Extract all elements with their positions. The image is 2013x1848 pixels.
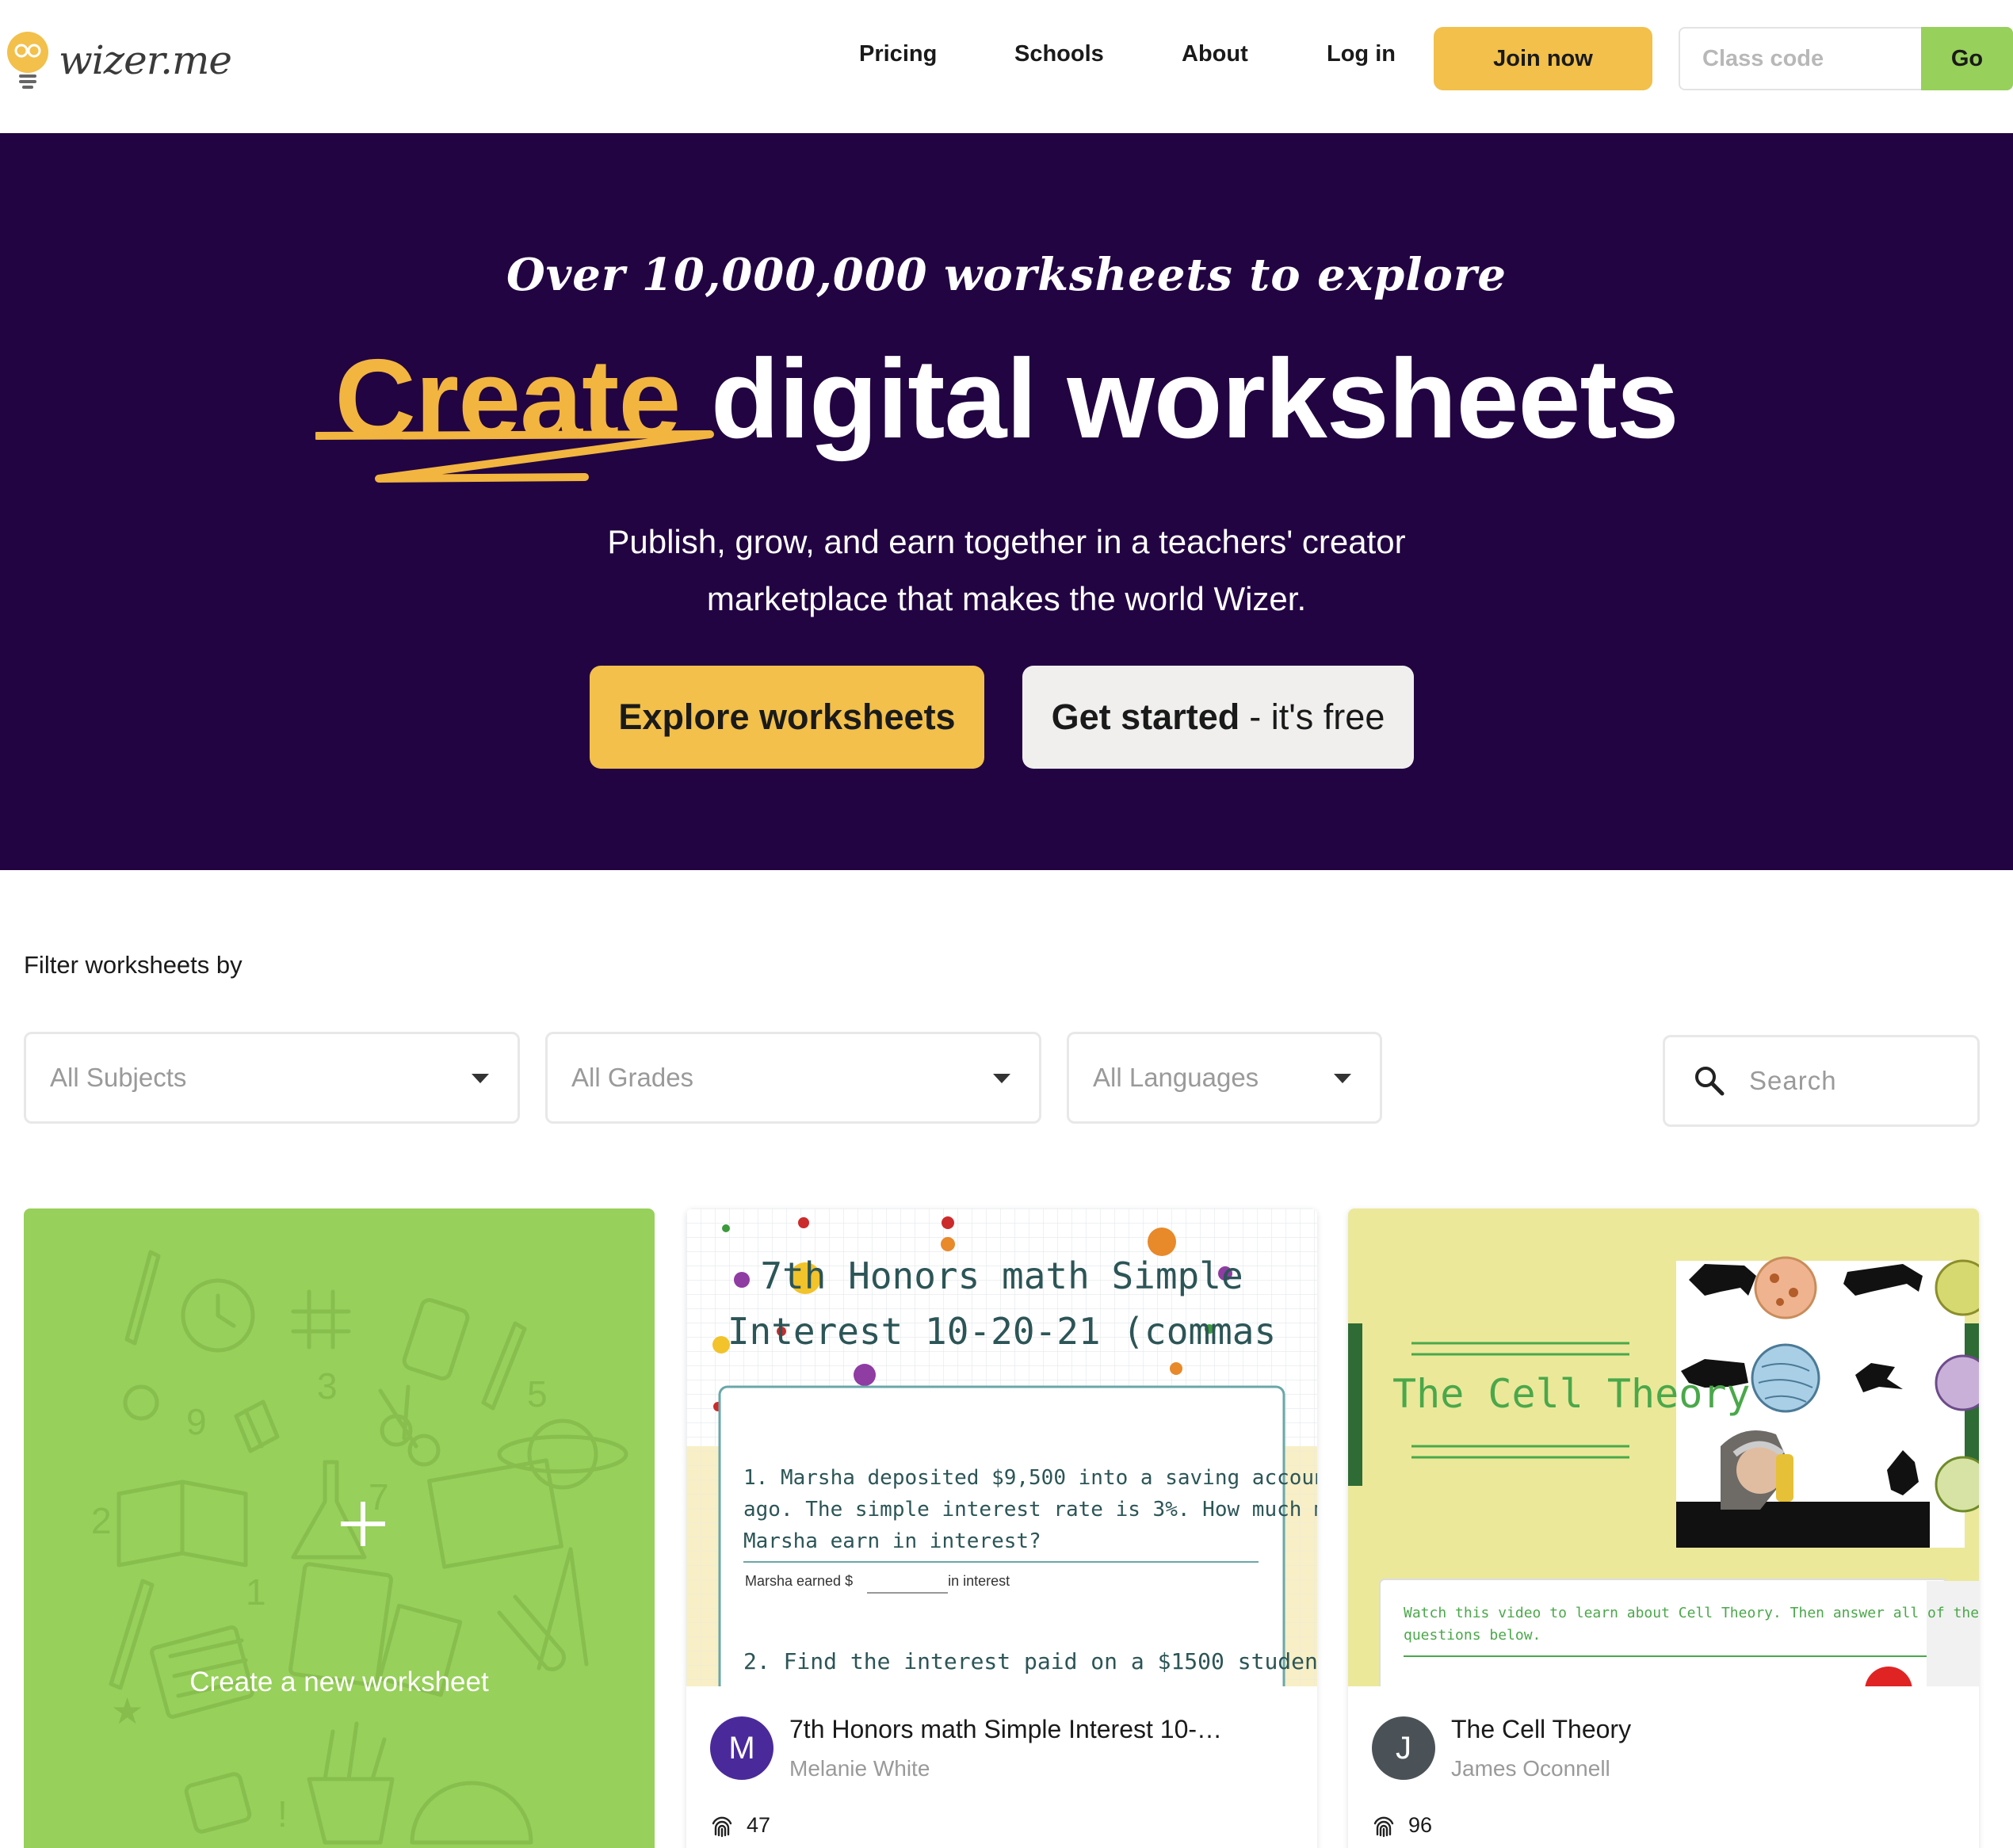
grades-select-value: All Grades: [571, 1063, 694, 1092]
fingerprint-icon: [712, 1816, 732, 1837]
question-line: 1. Marsha deposited $9,500 into a saving…: [743, 1466, 1317, 1490]
instructions-line: questions below.: [1404, 1627, 1541, 1644]
thumbnail-title-line: 7th Honors math Simple: [760, 1254, 1243, 1297]
question-line: Marsha earn in interest?: [743, 1529, 1041, 1553]
answer-prefix: Marsha earned $: [745, 1573, 854, 1589]
worksheet-card[interactable]: 7th Honors math Simple Interest 10-20-21…: [686, 1208, 1317, 1848]
answer-row: Marsha earned $ in interest: [745, 1573, 1010, 1590]
get-started-bold: Get started: [1051, 697, 1240, 737]
svg-text:!: !: [277, 1793, 288, 1835]
hero-subtitle-line: marketplace that makes the world Wizer.: [706, 580, 1307, 617]
explore-worksheets-button[interactable]: Explore worksheets: [590, 666, 984, 769]
thumbnail-title-line: Interest 10-20-21 (commas: [727, 1310, 1277, 1353]
nav-link-schools[interactable]: Schools: [1014, 41, 1104, 67]
usage-count: 47: [710, 1813, 770, 1838]
instructions-line: Watch this video to learn about Cell The…: [1404, 1605, 1979, 1621]
thumbnail-title: 7th Honors math Simple Interest 10-20-21…: [686, 1248, 1317, 1359]
hero-title-rest: digital worksheets: [710, 336, 1679, 462]
avatar: M: [710, 1716, 773, 1780]
languages-select-value: All Languages: [1093, 1063, 1259, 1092]
hero-subtitle: Publish, grow, and earn together in a te…: [0, 514, 2013, 628]
create-worksheet-label: Create a new worksheet: [189, 1667, 489, 1697]
get-started-button[interactable]: Get started - it's free: [1022, 666, 1414, 769]
hero-subtitle-line: Publish, grow, and earn together in a te…: [607, 523, 1406, 560]
svg-text:2: 2: [91, 1500, 112, 1541]
nav-link-pricing[interactable]: Pricing: [859, 41, 937, 67]
nav-link-about[interactable]: About: [1182, 41, 1248, 67]
avatar: J: [1372, 1716, 1435, 1780]
languages-select[interactable]: All Languages: [1067, 1032, 1382, 1124]
search-placeholder: Search: [1749, 1066, 1837, 1095]
usage-count-value: 96: [1408, 1813, 1433, 1837]
nav-link-login[interactable]: Log in: [1327, 41, 1396, 67]
filter-label: Filter worksheets by: [24, 951, 243, 979]
go-button[interactable]: Go: [1921, 27, 2013, 90]
answer-suffix: in interest: [948, 1573, 1010, 1589]
question-2: 2. Find the interest paid on a $1500 stu…: [743, 1648, 1317, 1674]
card-title[interactable]: 7th Honors math Simple Interest 10-20-21…: [789, 1715, 1233, 1744]
wizer-logo[interactable]: wizer.me: [5, 29, 232, 92]
card-title[interactable]: The Cell Theory: [1451, 1715, 1895, 1744]
card-author[interactable]: Melanie White: [789, 1756, 930, 1781]
svg-text:3: 3: [317, 1365, 338, 1407]
subjects-select[interactable]: All Subjects: [24, 1032, 520, 1124]
worksheet-thumbnail: The Cell Theory Watch this video to lear…: [1348, 1208, 1979, 1686]
chevron-down-icon: [472, 1074, 489, 1083]
plus-icon: [341, 1502, 385, 1546]
subjects-select-value: All Subjects: [50, 1063, 187, 1092]
fingerprint-icon: [1373, 1816, 1394, 1837]
logo-wordmark: wizer.me: [59, 37, 232, 83]
chevron-down-icon: [993, 1074, 1010, 1083]
worksheet-thumbnail: 7th Honors math Simple Interest 10-20-21…: [686, 1208, 1317, 1686]
search-icon: [1695, 1067, 1725, 1096]
lightbulb-logo-icon: [7, 32, 48, 89]
hero-title-accent: Create: [334, 336, 681, 462]
grades-select[interactable]: All Grades: [545, 1032, 1041, 1124]
question-line: ago. The simple interest rate is 3%. How…: [743, 1498, 1317, 1522]
hero-title: Create digital worksheets: [0, 336, 2013, 463]
chevron-down-icon: [1334, 1074, 1351, 1083]
worksheet-card[interactable]: The Cell Theory Watch this video to lear…: [1348, 1208, 1979, 1848]
hero-kicker: Over 10,000,000 worksheets to explore: [506, 249, 1507, 301]
svg-text:5: 5: [527, 1373, 548, 1415]
question-1: 1. Marsha deposited $9,500 into a saving…: [743, 1462, 1317, 1557]
svg-text:1: 1: [246, 1571, 266, 1613]
search-input[interactable]: Search: [1663, 1035, 1980, 1127]
thumbnail-title: The Cell Theory: [1392, 1371, 1751, 1417]
create-worksheet-card[interactable]: 359 271 ! ★ Create a new worksheet: [24, 1208, 655, 1848]
card-meta: J The Cell Theory James Oconnell 96: [1348, 1686, 1979, 1848]
join-now-button[interactable]: Join now: [1434, 27, 1652, 90]
class-code-input[interactable]: Class code: [1679, 27, 1923, 90]
card-author[interactable]: James Oconnell: [1451, 1756, 1610, 1781]
usage-count: 96: [1372, 1813, 1432, 1838]
thumbnail-instructions: Watch this video to learn about Cell The…: [1404, 1602, 1979, 1647]
hero-section: Over 10,000,000 worksheets to explore Cr…: [0, 133, 2013, 870]
card-meta: M 7th Honors math Simple Interest 10-20-…: [686, 1686, 1317, 1848]
get-started-free: - it's free: [1249, 697, 1385, 737]
top-navigation: wizer.me Pricing Schools About Log in Jo…: [0, 0, 2013, 133]
svg-text:9: 9: [186, 1401, 207, 1442]
usage-count-value: 47: [747, 1813, 771, 1837]
